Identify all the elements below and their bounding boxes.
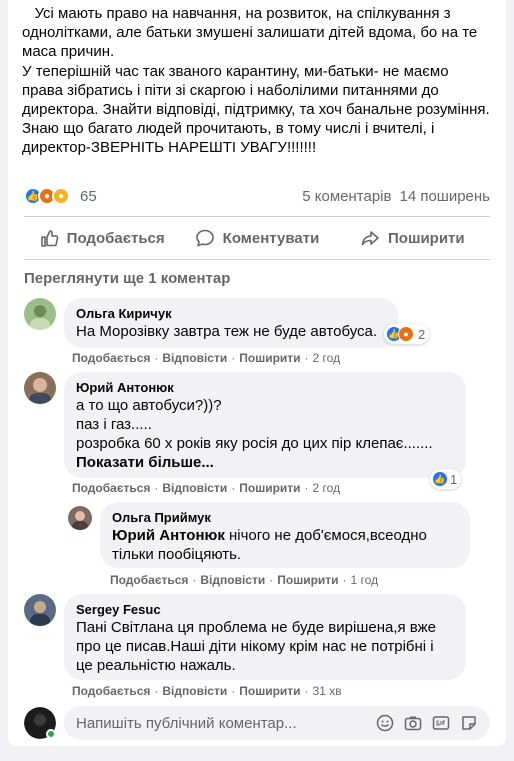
thumbs-up-icon [40,230,59,247]
post-stats: 👍 ● ● 65 5 коментарів 14 поширень [24,185,490,207]
post-text: Усі мають право на навчання, на розвиток… [22,5,490,157]
comment-text: Пані Світлана ця проблема не буде виріше… [76,619,441,674]
comment-share-link[interactable]: Поширити [239,684,300,698]
comment-like-link[interactable]: Подобається [72,481,150,495]
comment-item: Ольга Киричук На Морозівку завтра теж не… [24,298,430,348]
comment-time[interactable]: 2 год [313,351,341,365]
post-card: Усі мають право на навчання, на розвиток… [8,0,506,746]
comment-label: Коментувати [222,229,320,247]
comment-author[interactable]: Ольга Киричук [76,306,386,322]
camera-icon[interactable] [404,714,422,732]
comment-input[interactable] [76,714,376,732]
like-label: Подобається [66,229,165,247]
view-more-comments-link[interactable]: Переглянути ще 1 коментар [24,270,230,287]
comment-text: а то що автобуси?))? паз і газ..... розр… [76,397,433,452]
comment-bubble: Ольга Киричук На Морозівку завтра теж не… [64,298,430,348]
avatar[interactable] [68,506,92,530]
comment-meta: Подобається · Відповісти · Поширити · 31 хв [72,684,342,698]
comment-share-link[interactable]: Поширити [239,481,300,495]
comment-reactions[interactable]: 👍 ● 2 [384,324,430,344]
avatar[interactable] [24,594,56,626]
divider [24,216,490,217]
divider [24,259,490,260]
comment-text: На Морозівку завтра теж не буде автобуса… [76,323,378,340]
post-actions: Подобається Коментувати Поширити [24,220,490,256]
comment-item: Юрий Антонюк а то що автобуси?))? паз і … [24,372,466,489]
comment-reply-link[interactable]: Відповісти [162,481,227,495]
angry-reaction-icon: ● [398,326,414,342]
comment-bubble: Юрий Антонюк а то що автобуси?))? паз і … [64,372,466,489]
comment-time[interactable]: 2 год [313,481,341,495]
comment-reactions[interactable]: 👍 1 [430,469,462,489]
comment-time[interactable]: 1 год [351,573,379,587]
share-icon [361,231,379,246]
show-more-link[interactable]: Показати більше... [76,453,454,472]
comment-reaction-count: 1 [450,471,458,487]
sticker-icon[interactable] [460,714,478,732]
mention-link[interactable]: Юрий Антонюк [112,527,225,544]
comment-share-link[interactable]: Поширити [239,351,300,365]
comment-bubble: Sergey Fesuc Пані Світлана ця проблема н… [64,594,466,680]
avatar[interactable] [24,372,56,404]
comment-composer [24,706,490,740]
emoji-icon[interactable] [376,714,394,732]
like-button[interactable]: Подобається [24,220,179,256]
reply-item: Ольга Приймук Юрий Антонюк нічого не доб… [68,502,470,568]
like-reaction-icon: 👍 [432,471,448,487]
gif-icon[interactable] [432,714,450,732]
comment-text: Юрий Антонюк нічого не доб'ємося,всеодно… [112,527,432,563]
comment-author[interactable]: Юрий Антонюк [76,380,454,396]
comment-reply-link[interactable]: Відповісти [200,573,265,587]
avatar[interactable] [24,298,56,330]
shares-count[interactable]: 14 поширень [399,188,490,205]
comment-item: Sergey Fesuc Пані Світлана ця проблема н… [24,594,466,680]
comment-reply-link[interactable]: Відповісти [162,684,227,698]
comment-button[interactable]: Коментувати [179,220,334,256]
comment-like-link[interactable]: Подобається [72,351,150,365]
comment-reply-link[interactable]: Відповісти [162,351,227,365]
comment-time[interactable]: 31 хв [313,684,342,698]
sad-reaction-icon: ● [52,187,70,205]
share-button[interactable]: Поширити [335,220,490,256]
comment-like-link[interactable]: Подобається [72,684,150,698]
comment-input-box[interactable] [64,706,490,740]
comment-author[interactable]: Sergey Fesuc [76,602,454,618]
reaction-icons[interactable]: 👍 ● ● [24,187,70,205]
comment-author[interactable]: Ольга Приймук [112,510,458,526]
comment-meta: Подобається · Відповісти · Поширити · 2 год [72,481,341,495]
reaction-count[interactable]: 65 [80,188,97,205]
comment-bubble: Ольга Приймук Юрий Антонюк нічого не доб… [100,502,470,568]
comment-reaction-count: 2 [418,326,426,342]
comment-meta: Подобається · Відповісти · Поширити · 2 год [72,351,341,365]
comments-count[interactable]: 5 коментарів [302,188,391,205]
comment-share-link[interactable]: Поширити [277,573,338,587]
online-status-indicator [46,729,56,739]
comment-like-link[interactable]: Подобається [110,573,188,587]
comment-meta: Подобається · Відповісти · Поширити · 1 год [110,573,379,587]
current-user-avatar[interactable] [24,707,56,739]
comment-icon [195,229,214,247]
share-label: Поширити [388,229,465,247]
